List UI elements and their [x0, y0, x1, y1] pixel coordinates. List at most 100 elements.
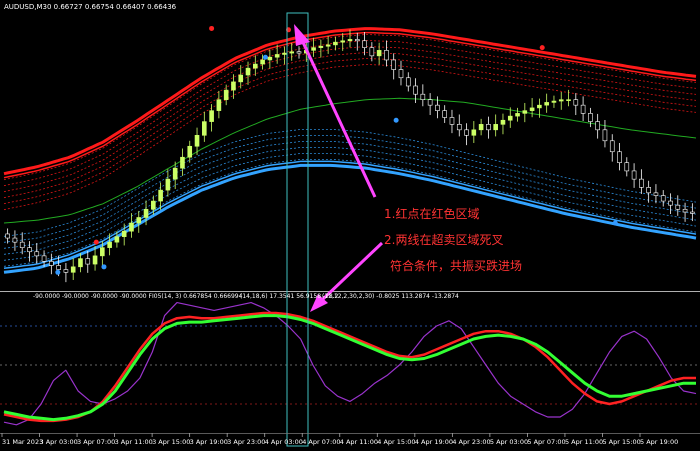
candle-body — [631, 170, 637, 180]
candle-body — [194, 135, 200, 147]
red-signal-dot — [209, 25, 215, 31]
osc-header-left: -90.0000 -90.0000 -90.0000 -90.0000 FI05… — [33, 293, 243, 300]
candle-body — [398, 69, 404, 79]
candle-body — [493, 124, 498, 131]
candle-body — [151, 200, 156, 210]
candle-body — [100, 247, 105, 257]
candle-body — [311, 47, 316, 51]
candle-body — [19, 241, 25, 248]
candle-body — [63, 269, 69, 273]
candle-body — [231, 81, 236, 91]
candle-body — [391, 59, 397, 70]
candle-body — [420, 93, 426, 100]
candle-body — [435, 104, 440, 111]
time-tick-label: 5 Apr 15:00 — [602, 438, 640, 446]
candle-body — [289, 51, 295, 54]
candle-body — [486, 124, 491, 131]
red-signal-dot — [539, 45, 545, 51]
candle-body — [325, 44, 331, 47]
candle-body — [180, 156, 185, 169]
candle-body — [617, 151, 622, 164]
blue-signal-dot — [612, 220, 618, 226]
time-tick-label: 3 Apr 23:00 — [227, 438, 265, 446]
candle-body — [78, 258, 83, 268]
candle-body — [690, 211, 695, 214]
candle-body — [573, 99, 579, 106]
time-tick-label: 4 Apr 23:00 — [452, 438, 490, 446]
candle-body — [12, 237, 18, 243]
candle-body — [209, 110, 214, 122]
time-tick-label: 3 Apr 07:00 — [77, 438, 115, 446]
time-tick-label: 4 Apr 15:00 — [377, 438, 415, 446]
time-tick-label: 5 Apr 19:00 — [640, 438, 678, 446]
symbol-info: AUDUSD,M30 0.66727 0.66754 0.66407 0.664… — [4, 3, 177, 11]
candle-body — [318, 45, 324, 48]
candle-body — [413, 85, 418, 95]
annotation-line-2: 2.两线在超卖区域死叉 — [384, 232, 503, 247]
candle-body — [609, 140, 615, 153]
annotation-line-1: 1.红点在红色区域 — [384, 206, 479, 221]
candle-body — [5, 233, 10, 239]
osc-header-right2: (11,12,2,30,2,30) -0.8025 113.2874 -13.2… — [322, 293, 459, 300]
time-tick-label: 5 Apr 03:00 — [490, 438, 528, 446]
candle-body — [354, 39, 360, 42]
candle-body — [639, 178, 644, 188]
candle-body — [114, 236, 120, 243]
time-tick-label: 4 Apr 03:00 — [265, 438, 303, 446]
time-tick-label: 3 Apr 11:00 — [115, 438, 153, 446]
candle-body — [471, 129, 477, 136]
candle-body — [85, 258, 91, 265]
time-tick-label: 4 Apr 11:00 — [340, 438, 378, 446]
blue-signal-dot — [55, 269, 61, 275]
time-tick-label: 5 Apr 11:00 — [565, 438, 603, 446]
candle-body — [537, 104, 542, 109]
candle-body — [522, 110, 528, 114]
candle-body — [515, 113, 520, 117]
candle-body — [187, 145, 193, 158]
trading-chart[interactable]: AUDUSD,M30 0.66727 0.66754 0.66407 0.664… — [0, 0, 700, 447]
time-tick-label: 4 Apr 19:00 — [415, 438, 453, 446]
candle-body — [274, 54, 280, 58]
candle-body — [449, 117, 455, 125]
candle-body — [107, 241, 112, 248]
candle-body — [478, 124, 484, 131]
candle-body — [464, 129, 469, 136]
blue-signal-dot — [393, 117, 399, 123]
candle-body — [223, 89, 229, 100]
candle-body — [41, 255, 47, 262]
time-tick-label: 3 Apr 15:00 — [152, 438, 190, 446]
candle-body — [500, 119, 506, 125]
candle-body — [660, 195, 666, 202]
blue-signal-dot — [262, 54, 268, 60]
chart-background — [0, 0, 700, 447]
candle-body — [333, 41, 338, 46]
time-tick-label: 3 Apr 19:00 — [190, 438, 228, 446]
candle-body — [362, 40, 367, 48]
candle-body — [267, 56, 273, 61]
candle-body — [675, 204, 681, 210]
candle-body — [602, 129, 608, 142]
candle-body — [34, 251, 40, 257]
candle-body — [558, 99, 564, 102]
time-tick-label: 3 Apr 03:00 — [40, 438, 78, 446]
candle-body — [121, 230, 127, 237]
candle-body — [245, 67, 251, 76]
candle-body — [668, 200, 673, 206]
candle-body — [456, 124, 462, 131]
candle-body — [136, 217, 142, 224]
time-tick-label: 5 Apr 07:00 — [527, 438, 565, 446]
candle-body — [238, 74, 244, 83]
candle-body — [158, 189, 163, 202]
blue-signal-dot — [101, 264, 107, 270]
candle-body — [202, 121, 207, 136]
candle-body — [588, 113, 593, 122]
candle-body — [442, 110, 447, 118]
candle-body — [646, 187, 651, 194]
candle-body — [551, 100, 557, 103]
red-signal-dot — [93, 239, 99, 245]
candle-body — [544, 102, 549, 106]
candle-body — [27, 247, 32, 253]
candle-body — [165, 178, 171, 191]
candle-body — [405, 77, 411, 87]
candle-body — [566, 99, 571, 101]
